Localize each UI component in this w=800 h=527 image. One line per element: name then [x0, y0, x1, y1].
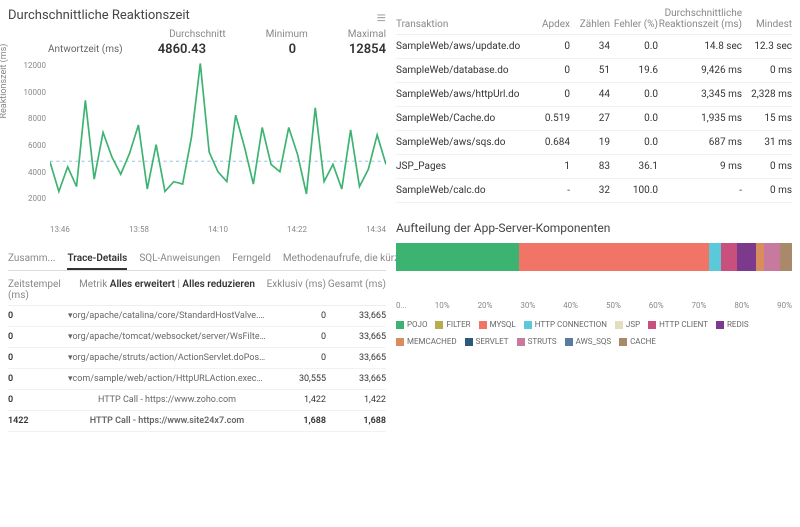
th-timestamp: Zeitstempel (ms)	[8, 279, 68, 301]
legend-item[interactable]: FILTER	[435, 320, 470, 329]
legend-item[interactable]: JSP	[615, 320, 640, 329]
legend-item[interactable]: MEMCACHED	[396, 337, 457, 346]
response-time-chart: Reaktionszeit (ms) 120001000080006000400…	[8, 61, 386, 241]
th-min[interactable]: Mindest	[742, 19, 792, 30]
legend-item[interactable]: CACHE	[619, 337, 656, 346]
components-bar-chart	[396, 243, 792, 271]
th-total: Gesamt (ms)	[326, 279, 386, 301]
col-min: Minimum	[266, 29, 308, 40]
th-transaction[interactable]: Transaktion	[396, 19, 534, 30]
chart-menu-icon[interactable]: ≡	[377, 8, 386, 28]
legend-item[interactable]: MYSQL	[479, 320, 516, 329]
legend-item[interactable]: REDIS	[716, 320, 749, 329]
tab-trace-details[interactable]: Trace-Details	[67, 249, 127, 270]
bar-segment	[737, 243, 757, 271]
trace-row[interactable]: 0▾com/sample/web/action/HttpURLAction.ex…	[8, 369, 386, 390]
val-avg: 4860.43	[156, 42, 206, 57]
bar-segment	[519, 243, 709, 271]
val-max: 12854	[336, 42, 386, 57]
bar-segment	[709, 243, 721, 271]
bar-segment	[780, 243, 792, 271]
tab-sql[interactable]: SQL-Anweisungen	[139, 249, 220, 270]
tab-remote[interactable]: Ferngeld	[232, 249, 271, 270]
bar-segment	[721, 243, 737, 271]
th-count[interactable]: Zählen	[570, 19, 610, 30]
transaction-row[interactable]: SampleWeb/database.do05119.69,426 ms0 ms	[396, 59, 792, 83]
expand-all[interactable]: Alles erweitert	[110, 279, 175, 290]
col-avg: Durchschnitt	[169, 29, 226, 40]
th-errors[interactable]: Fehler (%)	[610, 19, 658, 30]
bar-segment	[764, 243, 780, 271]
trace-row[interactable]: 0▾org/apache/tomcat/websocket/server/WsF…	[8, 327, 386, 348]
trace-row[interactable]: 0HTTP Call - https://www.zoho.com1,4221,…	[8, 390, 386, 411]
th-metric: Metrik	[79, 279, 107, 290]
components-title: Aufteilung der App-Server-Komponenten	[396, 221, 792, 235]
val-min: 0	[246, 42, 296, 57]
legend-item[interactable]: AWS_SQS	[565, 337, 611, 346]
bar-segment	[396, 243, 519, 271]
th-apdex[interactable]: Apdex	[534, 19, 570, 30]
transaction-row[interactable]: SampleWeb/aws/sqs.do0.684190.0687 ms31 m…	[396, 131, 792, 155]
trace-row[interactable]: 0▾org/apache/struts/action/ActionServlet…	[8, 348, 386, 369]
legend-item[interactable]: SERVLET	[465, 337, 509, 346]
chart-title: Durchschnittliche Reaktionszeit	[8, 8, 386, 23]
response-label: Antwortzeit (ms)	[48, 44, 123, 55]
bar-segment	[756, 243, 764, 271]
th-exclusive: Exklusiv (ms)	[266, 279, 326, 301]
transaction-row[interactable]: JSP_Pages18336.19 ms0 ms	[396, 155, 792, 179]
legend-item[interactable]: POJO	[396, 320, 427, 329]
detail-tabs: Zusamm... Trace-Details SQL-Anweisungen …	[8, 249, 386, 271]
legend-item[interactable]: HTTP CLIENT	[648, 320, 708, 329]
legend-item[interactable]: STRUTS	[517, 337, 557, 346]
trace-row[interactable]: 0▾org/apache/catalina/core/StandardHostV…	[8, 306, 386, 327]
transaction-row[interactable]: SampleWeb/calc.do-32100.0-0 ms	[396, 179, 792, 203]
tab-summary[interactable]: Zusamm...	[8, 249, 55, 270]
y-axis-label: Reaktionszeit (ms)	[0, 44, 9, 119]
trace-row[interactable]: 1422HTTP Call - https://www.site24x7.com…	[8, 411, 386, 432]
col-max: Maximal	[348, 29, 386, 40]
transaction-row[interactable]: SampleWeb/aws/httpUrl.do0440.03,345 ms2,…	[396, 83, 792, 107]
transaction-row[interactable]: SampleWeb/Cache.do0.519270.01,935 ms15 m…	[396, 107, 792, 131]
transaction-row[interactable]: SampleWeb/aws/update.do0340.014.8 sec12.…	[396, 35, 792, 59]
legend-item[interactable]: HTTP CONNECTION	[524, 320, 607, 329]
th-avg[interactable]: Durchschnittliche Reaktionszeit (ms)	[658, 8, 742, 30]
collapse-all[interactable]: Alles reduzieren	[182, 279, 255, 290]
